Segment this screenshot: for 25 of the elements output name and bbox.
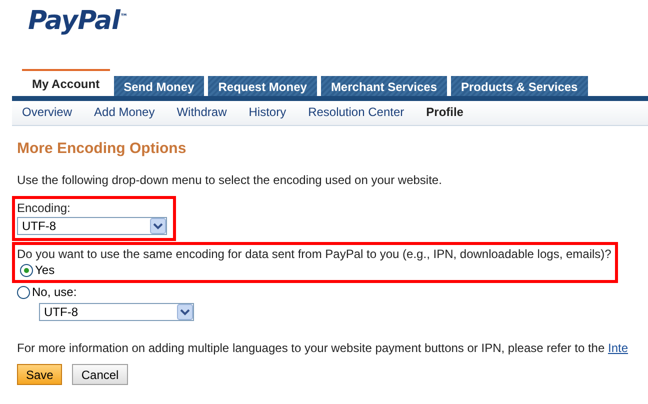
page-heading: More Encoding Options — [17, 140, 188, 157]
encoding-select[interactable]: UTF-8 — [39, 303, 194, 321]
subnav-link[interactable]: Profile — [426, 105, 464, 119]
subnav-link[interactable]: Resolution Center — [308, 105, 404, 119]
nav-tab[interactable]: Request Money — [208, 76, 317, 96]
encoding-label: Encoding: — [17, 201, 72, 215]
cancel-button[interactable]: Cancel — [72, 364, 128, 385]
option-label: Yes — [35, 263, 55, 277]
subnav-link[interactable]: Withdraw — [176, 105, 227, 119]
encoding-select[interactable]: UTF-8 — [17, 217, 167, 235]
info-text: For more information on adding multiple languages to your website payment buttons or IPN, please refer to the Inte — [17, 341, 630, 355]
paypal-logo: PayPal$^{™}$ — [28, 6, 128, 36]
option-label: No, use: — [32, 285, 77, 299]
subnav-link[interactable]: Overview — [22, 105, 72, 119]
nav-tab[interactable]: Products & Services — [451, 76, 588, 96]
radio-button[interactable] — [17, 286, 30, 298]
nav-tab[interactable]: Send Money — [114, 76, 204, 96]
subnav-link[interactable]: Add Money — [94, 105, 155, 119]
intro-text: Use the following drop-down menu to select the encoding used on your website. — [17, 173, 443, 187]
question-text: Do you want to use the same encoding for data sent from PayPal to you (e.g., IPN, downloadable logs, emails)? — [17, 247, 612, 261]
guide-link[interactable]: Inte — [608, 341, 628, 355]
radio-button[interactable] — [20, 264, 33, 276]
save-button[interactable]: Save — [17, 364, 62, 385]
subnav-link[interactable]: History — [248, 105, 286, 119]
nav-tab[interactable]: Merchant Services — [320, 76, 447, 96]
